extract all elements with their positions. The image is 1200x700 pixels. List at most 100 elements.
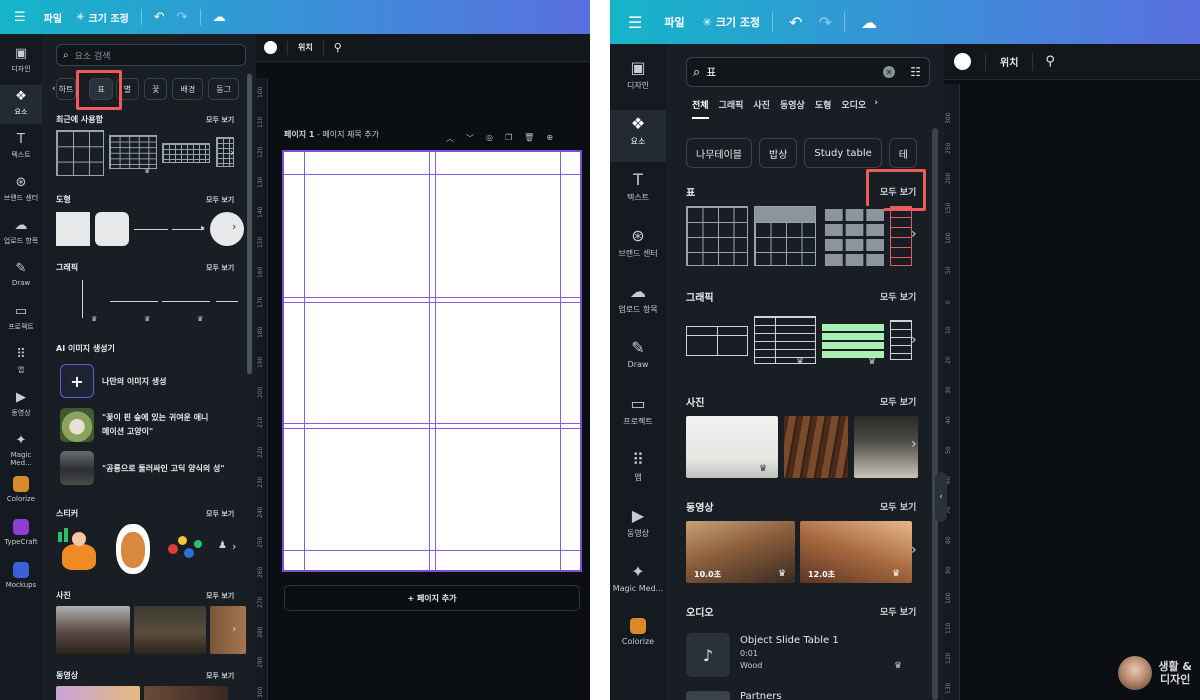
graphic-table-2[interactable] <box>754 316 816 364</box>
chevron-right-icon[interactable]: › <box>232 540 236 553</box>
add-page-button[interactable]: + 페이지 추가 <box>284 585 580 611</box>
rail-item-draw[interactable]: ✎ Draw <box>610 334 666 386</box>
photo-thumbnail[interactable] <box>134 606 206 654</box>
graphics-see-all[interactable]: 모두 보기 <box>206 263 234 273</box>
clear-search-icon[interactable]: ✕ <box>883 66 895 78</box>
hide-page-icon[interactable]: ◎ <box>486 133 493 144</box>
file-menu[interactable]: 파일 <box>44 10 62 25</box>
rail-item-text[interactable]: T 텍스트 <box>610 166 666 218</box>
stickers-see-all[interactable]: 모두 보기 <box>206 509 234 519</box>
rounded-square-shape[interactable] <box>95 212 129 246</box>
chip-heart[interactable]: 하트 <box>55 78 77 100</box>
arrow-line-shape[interactable] <box>172 229 204 230</box>
panel-scrollbar[interactable] <box>932 128 938 700</box>
cloud-sync-icon[interactable]: ☁ <box>861 13 877 32</box>
table-thumb[interactable] <box>109 135 157 169</box>
sticker-dog[interactable] <box>112 524 156 576</box>
chevron-right-icon[interactable]: › <box>911 332 917 348</box>
audio-track-next[interactable]: Partners <box>686 691 782 700</box>
collapse-panel-handle[interactable]: ‹ <box>935 472 947 522</box>
sticker-person[interactable] <box>56 526 104 574</box>
photo-thumbnail[interactable] <box>854 416 918 478</box>
rail-item-folder[interactable]: ▭ 프로젝트 <box>0 300 42 339</box>
table-thumb[interactable] <box>162 143 210 163</box>
horizontal-line-graphic[interactable] <box>216 301 238 302</box>
tag-chip[interactable]: 테 <box>888 138 917 168</box>
square-shape[interactable] <box>56 212 90 246</box>
audio-track[interactable]: ♪ Object Slide Table 1 0:01 Wood ♛ <box>686 633 922 677</box>
line-shape[interactable] <box>134 229 168 230</box>
rail-item-apps[interactable]: ⠿ 앱 <box>610 446 666 498</box>
graphic-table-green[interactable] <box>822 324 884 358</box>
sticker-partial[interactable]: ♟ <box>218 540 227 551</box>
resize-button[interactable]: ✳ 크기 조정 <box>76 10 129 25</box>
menu-icon[interactable]: ☰ <box>628 13 642 32</box>
undo-icon[interactable]: ↶ <box>789 13 802 32</box>
horizontal-line-graphic[interactable] <box>162 301 210 302</box>
videos-see-all[interactable]: 모두 보기 <box>206 671 234 681</box>
chevron-right-icon[interactable]: › <box>232 622 236 635</box>
duplicate-page-icon[interactable]: ❐ <box>505 133 512 144</box>
rail-item-typecraft-app[interactable]: TypeCraft <box>0 515 42 554</box>
video-thumbnail[interactable] <box>56 686 140 700</box>
tag-chip[interactable]: 나무테이블 <box>686 138 752 168</box>
photo-thumbnail[interactable] <box>784 416 848 478</box>
ai-example-castle[interactable]: "공룡으로 둘러싸인 고딕 양식의 성" <box>60 451 225 485</box>
ai-example-cat[interactable]: "꽃이 핀 숲에 있는 귀여운 애니메이션 고양이" <box>60 408 212 442</box>
rail-item-draw[interactable]: ✎ Draw <box>0 257 42 296</box>
redo-icon[interactable]: ↷ <box>177 10 188 25</box>
position-button[interactable]: 위치 <box>1000 54 1018 69</box>
chevron-down-icon[interactable]: ﹀ <box>466 133 474 144</box>
table-thumb[interactable] <box>56 130 104 176</box>
search-input[interactable]: ⌕ 표 ✕ ☷ <box>686 57 930 87</box>
photo-thumbnail[interactable] <box>210 606 246 654</box>
rail-item-apps[interactable]: ⠿ 앱 <box>0 343 42 382</box>
add-page-icon[interactable]: ⊕ <box>546 133 553 144</box>
color-swatch[interactable] <box>264 41 277 54</box>
chip-circle[interactable]: 동그 <box>208 78 239 100</box>
paint-roller-icon[interactable]: ⚲ <box>334 41 342 54</box>
chevron-right-icon[interactable]: › <box>232 220 236 233</box>
rail-item-folder[interactable]: ▭ 프로젝트 <box>610 390 666 442</box>
graphic-table-1[interactable] <box>686 326 748 356</box>
color-swatch[interactable] <box>954 53 971 70</box>
shapes-see-all[interactable]: 모두 보기 <box>206 195 234 205</box>
position-button[interactable]: 위치 <box>298 42 313 53</box>
rail-item-upload[interactable]: ☁ 업로드 항목 <box>610 278 666 330</box>
rail-item-brand[interactable]: ⊛ 브랜드 센터 <box>0 171 42 210</box>
cloud-sync-icon[interactable]: ☁ <box>213 10 226 25</box>
photo-thumbnail[interactable] <box>56 606 130 654</box>
photos-see-all[interactable]: 모두 보기 <box>880 395 916 408</box>
rail-item-elements[interactable]: ❖ 요소 <box>0 85 42 124</box>
chevron-right-icon[interactable]: › <box>230 146 234 159</box>
sticker-dots[interactable] <box>166 534 206 566</box>
chevron-right-icon[interactable]: › <box>911 542 917 558</box>
rail-item-colorize-app[interactable]: Colorize <box>610 614 666 666</box>
design-page[interactable] <box>282 150 582 572</box>
chevron-right-icon[interactable]: › <box>911 226 917 242</box>
resize-button[interactable]: ✳ 크기 조정 <box>703 14 761 30</box>
graphics-see-all[interactable]: 모두 보기 <box>880 290 916 303</box>
delete-page-icon[interactable]: 🗑 <box>524 133 534 144</box>
table-thumb-red[interactable] <box>890 206 912 266</box>
circle-shape[interactable] <box>210 212 244 246</box>
chevron-up-icon[interactable]: ︿ <box>446 133 454 144</box>
audio-see-all[interactable]: 모두 보기 <box>880 605 916 618</box>
chevron-right-icon[interactable]: › <box>874 98 878 119</box>
tag-chip[interactable]: Study table <box>804 138 882 168</box>
rail-item-design[interactable]: ▣ 디자인 <box>610 54 666 106</box>
paint-roller-icon[interactable]: ⚲ <box>1045 54 1055 69</box>
ai-generate-own[interactable]: + 나만의 이미지 생성 <box>60 364 166 398</box>
file-menu[interactable]: 파일 <box>664 14 684 30</box>
recent-see-all[interactable]: 모두 보기 <box>206 115 234 125</box>
table-thumb[interactable] <box>686 206 748 266</box>
tab-audio[interactable]: 오디오 <box>841 98 866 119</box>
rail-item-colorize-app[interactable]: Colorize <box>0 472 42 511</box>
chip-flower[interactable]: 꽃 <box>144 78 168 100</box>
panel-scrollbar[interactable] <box>247 74 252 374</box>
rail-item-elements[interactable]: ❖ 요소 <box>610 110 666 162</box>
table-thumb-dark[interactable] <box>822 206 884 266</box>
redo-icon[interactable]: ↷ <box>819 13 832 32</box>
video-thumbnail[interactable] <box>144 686 228 700</box>
tab-videos[interactable]: 동영상 <box>780 98 805 119</box>
